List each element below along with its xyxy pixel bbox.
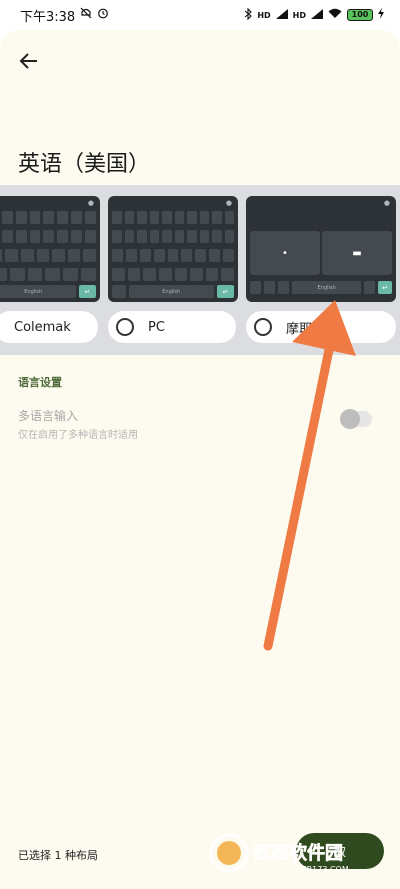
layout-option-pc[interactable]: PC <box>108 311 236 343</box>
battery-indicator: 100 <box>347 9 373 21</box>
spacebar-label: English <box>292 281 362 294</box>
multilingual-input-subtitle: 仅在启用了多种语言时适用 <box>18 430 138 441</box>
layout-option-morse[interactable]: 摩耶 <box>246 311 396 343</box>
section-label-language-settings: 语言设置 <box>18 376 62 389</box>
dash-key: ▬ <box>322 231 392 275</box>
layout-label-colemak: Colemak <box>14 319 71 335</box>
signal-hd-1: HD <box>257 10 271 20</box>
page-title: 英语（美国） <box>18 152 151 177</box>
charging-icon <box>378 8 384 22</box>
spacebar-label: English <box>0 285 76 298</box>
signal-icon <box>275 8 288 22</box>
layout-label-pc: PC <box>148 319 165 335</box>
radio-unselected-icon[interactable] <box>116 318 134 336</box>
layout-label-morse: 摩耶 <box>286 321 313 337</box>
selected-layout-count: 已选择 1 种布局 <box>18 849 98 862</box>
mic-icon: ● <box>383 199 390 207</box>
layout-settings-sheet: 英语（美国） ● English ↵ ● English ↵ ● • ▬ Engli… <box>0 30 400 889</box>
arrow-left-icon <box>19 53 37 69</box>
footer-bar: 已选择 1 种布局 取 西西软件园 CR173.COM <box>0 825 400 889</box>
bluetooth-icon <box>244 7 253 23</box>
enter-key: ↵ <box>78 285 96 298</box>
multilingual-input-title[interactable]: 多语言输入 <box>18 407 78 424</box>
status-time: 下午3:38 <box>20 9 76 25</box>
mute-icon <box>80 7 92 23</box>
back-button[interactable] <box>14 46 44 76</box>
wifi-icon <box>328 8 342 22</box>
multilingual-input-toggle[interactable] <box>340 409 372 429</box>
dot-key: • <box>250 231 320 275</box>
mic-icon: ● <box>225 199 232 207</box>
keyboard-preview-morse[interactable]: ● • ▬ English ↵ <box>246 196 396 302</box>
signal-icon-2 <box>311 8 323 22</box>
spacebar-label: English <box>128 285 214 298</box>
keyboard-preview-pc[interactable]: ● English ↵ <box>108 196 238 302</box>
alarm-icon <box>97 7 109 23</box>
signal-hd-2: HD <box>292 10 306 20</box>
radio-unselected-icon[interactable] <box>254 318 272 336</box>
svg-text:西西软件园: 西西软件园 <box>253 842 343 864</box>
layout-option-colemak[interactable]: Colemak <box>0 311 98 343</box>
toggle-knob <box>340 409 360 429</box>
enter-key: ↵ <box>378 281 392 294</box>
status-bar: 下午3:38 HD HD 100 <box>0 0 400 30</box>
layout-carousel[interactable]: ● English ↵ ● English ↵ ● • ▬ English ↵ Col… <box>0 185 400 355</box>
keyboard-preview-colemak[interactable]: ● English ↵ <box>0 196 100 302</box>
mic-icon: ● <box>87 199 94 207</box>
watermark-logo: 西西软件园 CR173.COM <box>200 825 400 881</box>
svg-text:CR173.COM: CR173.COM <box>301 865 349 874</box>
enter-key: ↵ <box>216 285 234 298</box>
